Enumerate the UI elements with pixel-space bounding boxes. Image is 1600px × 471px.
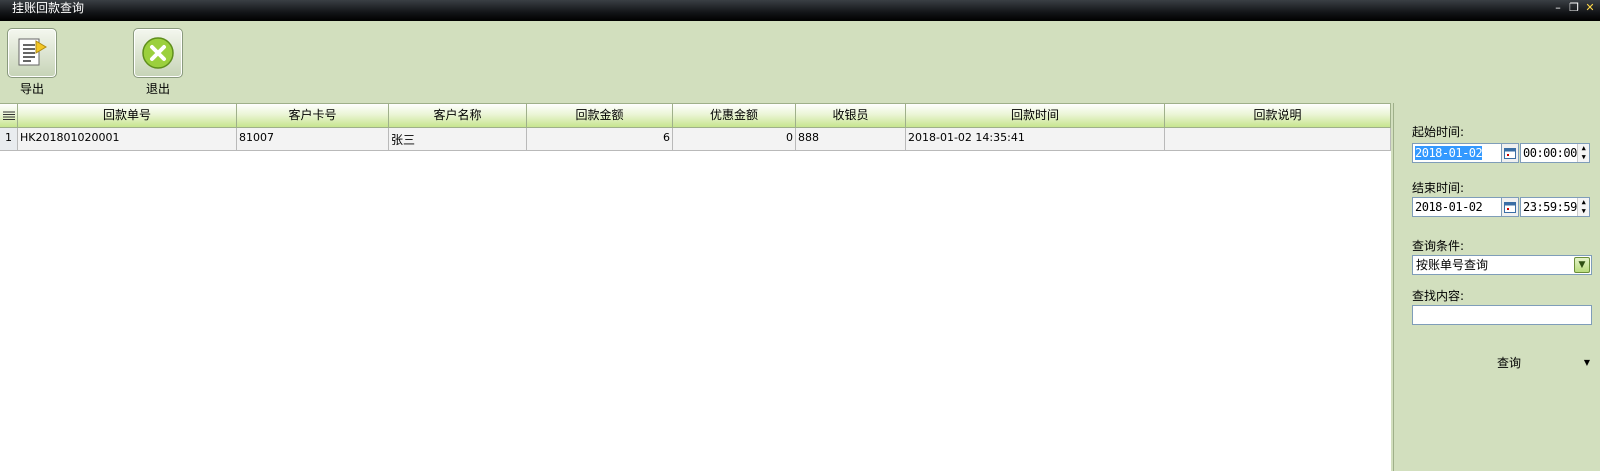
order-no-cell[interactable]: HK201801020001 [18, 128, 237, 151]
column-header[interactable]: 回款时间 [906, 104, 1165, 128]
restore-icon[interactable]: ❐ [1567, 1, 1581, 15]
end-time-input[interactable]: 23:59:59 ▲ ▼ [1520, 197, 1590, 217]
search-input[interactable] [1412, 305, 1592, 325]
dropdown-arrow-icon[interactable]: ▼ [1584, 353, 1590, 373]
export-label: 导出 [19, 82, 44, 96]
filter-panel: 起始时间: 2018-01-02 00:00:00 ▲ ▼ 结束时间: 2018-… [1393, 103, 1600, 471]
grid-header: 回款单号 客户卡号 客户名称 回款金额 优惠金额 收银员 回款时间 回款说明 [0, 104, 1391, 128]
card-no-cell[interactable]: 81007 [237, 128, 389, 151]
export-button[interactable]: 导出 [6, 28, 58, 97]
condition-select[interactable]: 按账单号查询 ▼ [1412, 255, 1592, 275]
exit-icon [133, 28, 183, 78]
row-index: 1 [0, 128, 18, 151]
column-header[interactable]: 回款金额 [527, 104, 673, 128]
window-title: 挂账回款查询 [12, 1, 85, 15]
list-icon [2, 111, 15, 120]
title-bar: 挂账回款查询 – ❐ ✕ [0, 0, 1600, 21]
column-header[interactable]: 客户名称 [389, 104, 527, 128]
start-date-input[interactable]: 2018-01-02 [1412, 143, 1502, 163]
time-cell[interactable]: 2018-01-02 14:35:41 [906, 128, 1165, 151]
column-header[interactable]: 优惠金额 [673, 104, 796, 128]
spinner-icon[interactable]: ▲ ▼ [1577, 198, 1589, 216]
close-icon[interactable]: ✕ [1583, 1, 1597, 15]
query-button[interactable]: 查询 ▼ [1424, 353, 1594, 373]
amount-cell[interactable]: 6 [527, 128, 673, 151]
calendar-icon[interactable] [1502, 143, 1519, 163]
exit-label: 退出 [145, 82, 170, 96]
exit-button[interactable]: 退出 [132, 28, 184, 97]
start-time-label: 起始时间: [1412, 125, 1465, 139]
column-header[interactable]: 回款说明 [1165, 104, 1391, 128]
payment-grid: 回款单号 客户卡号 客户名称 回款金额 优惠金额 收银员 回款时间 回款说明 1… [0, 103, 1391, 471]
discount-cell[interactable]: 0 [673, 128, 796, 151]
column-header[interactable]: 回款单号 [18, 104, 237, 128]
column-header[interactable]: 收银员 [796, 104, 906, 128]
cashier-cell[interactable]: 888 [796, 128, 906, 151]
column-header[interactable]: 客户卡号 [237, 104, 389, 128]
search-content-label: 查找内容: [1412, 289, 1465, 303]
table-row[interactable]: 1 HK201801020001 81007 张三 6 0 888 2018-0… [0, 128, 1391, 151]
end-date-input[interactable]: 2018-01-02 [1412, 197, 1502, 217]
spinner-icon[interactable]: ▲ ▼ [1577, 144, 1589, 162]
toolbar: 导出 退出 [0, 21, 1600, 101]
row-selector-header[interactable] [0, 104, 18, 128]
customer-cell[interactable]: 张三 [389, 128, 527, 151]
export-icon [7, 28, 57, 78]
calendar-icon[interactable] [1502, 197, 1519, 217]
condition-label: 查询条件: [1412, 239, 1465, 253]
chevron-down-icon[interactable]: ▼ [1574, 257, 1590, 273]
end-time-label: 结束时间: [1412, 181, 1465, 195]
note-cell[interactable] [1165, 128, 1391, 151]
start-time-input[interactable]: 00:00:00 ▲ ▼ [1520, 143, 1590, 163]
minimize-icon[interactable]: – [1551, 1, 1565, 15]
